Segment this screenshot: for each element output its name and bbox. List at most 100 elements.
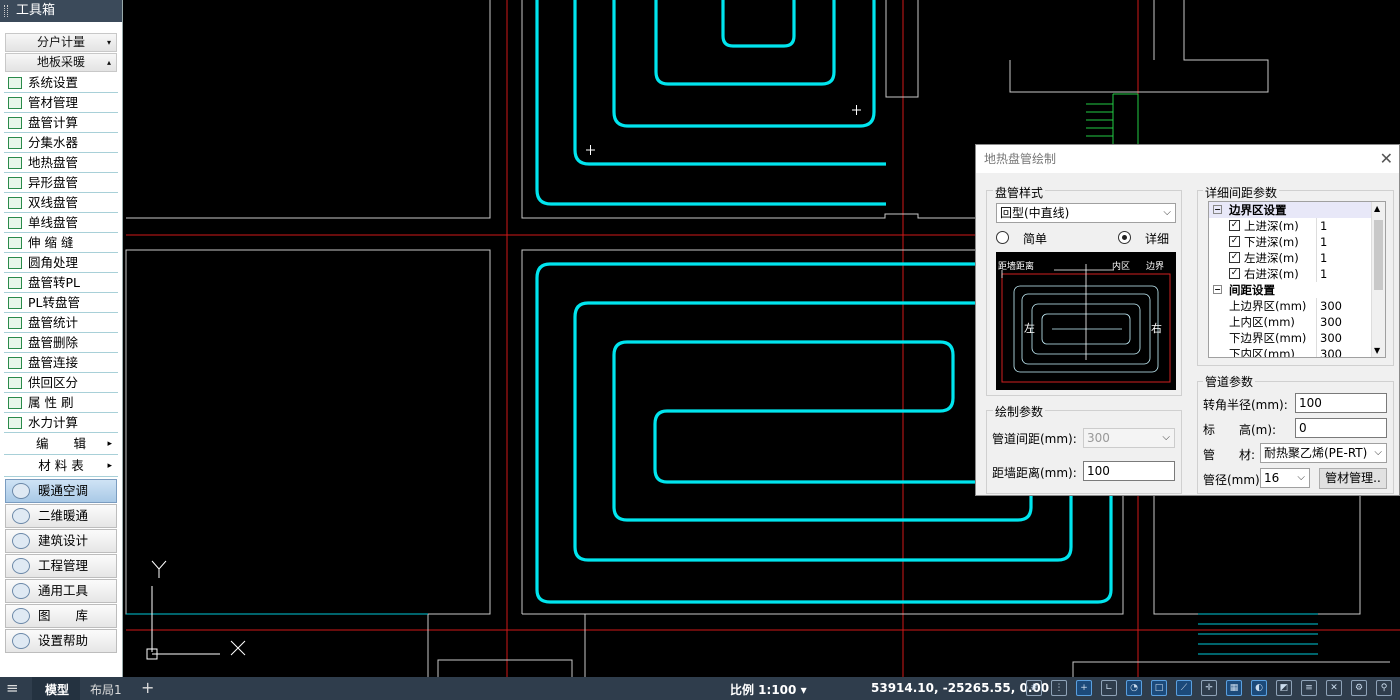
ortho-icon[interactable]: ∟ xyxy=(1101,680,1117,696)
infer-icon[interactable]: + xyxy=(1076,680,1092,696)
drag-grip-icon[interactable] xyxy=(4,5,8,17)
tool-item[interactable]: 地热盘管 xyxy=(4,153,118,173)
coil-style-select[interactable]: 回型(中直线) ⌵ xyxy=(996,203,1176,223)
tool-item[interactable]: 单线盘管 xyxy=(4,213,118,233)
checkbox[interactable]: ✓ xyxy=(1229,268,1240,279)
tree-row[interactable]: 上边界区(mm) 300 xyxy=(1209,298,1385,314)
checkbox[interactable]: ✓ xyxy=(1229,236,1240,247)
dialog-titlebar[interactable]: 地热盘管绘制 ✕ xyxy=(976,145,1399,173)
tree-row[interactable]: 下边界区(mm) 300 xyxy=(1209,330,1385,346)
material-select[interactable]: 耐热聚乙烯(PE-RT) ⌵ xyxy=(1260,443,1387,463)
tool-item[interactable]: 分集水器 xyxy=(4,133,118,153)
tool-item[interactable]: 双线盘管 xyxy=(4,193,118,213)
scroll-down-icon[interactable]: ▼ xyxy=(1374,346,1380,355)
tree-row-value[interactable]: 300 xyxy=(1316,330,1374,346)
tree-row[interactable]: ✓ 右进深(m) 1 xyxy=(1209,266,1385,282)
tree-group-spacing[interactable]: − 间距设置 xyxy=(1209,282,1385,298)
radio-simple[interactable] xyxy=(996,231,1009,244)
elevation-input[interactable]: 0 xyxy=(1295,418,1387,438)
tree-row-label: 下内区(mm) xyxy=(1229,347,1295,358)
lines-icon[interactable]: ≡ xyxy=(1301,680,1317,696)
menu-icon[interactable]: ≡ xyxy=(6,679,19,697)
selection-cycle-icon[interactable]: ◩ xyxy=(1276,680,1292,696)
tree-row-value[interactable]: 300 xyxy=(1316,298,1374,314)
tool-item-label: 系统设置 xyxy=(28,75,79,90)
tool-item[interactable]: 盘管统计 xyxy=(4,313,118,333)
tree-group-boundary[interactable]: − 边界区设置 xyxy=(1209,202,1385,218)
tree-scrollbar[interactable]: ▲ ▼ xyxy=(1371,202,1385,357)
scroll-up-icon[interactable]: ▲ xyxy=(1374,204,1380,213)
wall-distance-input[interactable]: 100 xyxy=(1083,461,1175,481)
isodraft-icon[interactable]: ⟋ xyxy=(1176,680,1192,696)
tool-item[interactable]: 异形盘管 xyxy=(4,173,118,193)
pipe-spacing-select[interactable]: 300 ⌵ xyxy=(1083,428,1175,448)
tree-row[interactable]: 下内区(mm) 300 xyxy=(1209,346,1385,358)
add-layout-icon[interactable]: + xyxy=(141,678,154,697)
radio-detail[interactable] xyxy=(1118,231,1131,244)
tab-layout1[interactable]: 布局1 xyxy=(90,681,122,698)
module-button[interactable]: 暖通空调 xyxy=(5,479,117,503)
tool-item[interactable]: 圆角处理 xyxy=(4,253,118,273)
tree-row[interactable]: ✓ 上进深(m) 1 xyxy=(1209,218,1385,234)
menu-material-list[interactable]: 材 料 表 ▸ xyxy=(4,455,118,477)
tree-row-value[interactable]: 1 xyxy=(1316,250,1374,266)
crosshair-icon[interactable]: ✛ xyxy=(1201,680,1217,696)
diameter-label: 管径(mm): xyxy=(1203,473,1264,487)
scale-selector[interactable]: 比例 1:100 ▾ xyxy=(730,681,807,698)
coil-top xyxy=(535,0,886,206)
collapse-icon[interactable]: − xyxy=(1213,285,1222,294)
tool-item[interactable]: 盘管删除 xyxy=(4,333,118,353)
tree-row-value[interactable]: 300 xyxy=(1316,346,1374,357)
chevron-down-icon: ⌵ xyxy=(1297,472,1305,483)
polar-icon[interactable]: ◔ xyxy=(1126,680,1142,696)
module-button[interactable]: 图 库 xyxy=(5,604,117,628)
tool-item[interactable]: 供回区分 xyxy=(4,373,118,393)
snap-icon[interactable]: ⋮ xyxy=(1051,680,1067,696)
osnap-icon[interactable]: □ xyxy=(1151,680,1167,696)
tree-row-value[interactable]: 300 xyxy=(1316,314,1374,330)
workspace-icon[interactable]: ⚙ xyxy=(1351,680,1367,696)
tool-item-label: 盘管转PL xyxy=(28,275,81,290)
spacing-tree[interactable]: − 边界区设置 ✓ 上进深(m) 1 ✓ 下进深(m) 1 ✓ 左进深(m) 1 ✓ 右进深(m) 1 … xyxy=(1208,201,1386,358)
tool-item[interactable]: 系统设置 xyxy=(4,73,118,93)
scroll-thumb[interactable] xyxy=(1374,220,1383,290)
tree-row-value[interactable]: 1 xyxy=(1316,266,1374,282)
module-button[interactable]: 通用工具 xyxy=(5,579,117,603)
tool-item-label: 圆角处理 xyxy=(28,255,79,270)
tree-row-value[interactable]: 1 xyxy=(1316,234,1374,250)
category-floor-heating[interactable]: 地板采暖 ▴ xyxy=(5,53,117,72)
tab-model[interactable]: 模型 xyxy=(32,677,80,700)
tool-item[interactable]: 管材管理 xyxy=(4,93,118,113)
tool-item[interactable]: 盘管转PL xyxy=(4,273,118,293)
tool-item[interactable]: 盘管计算 xyxy=(4,113,118,133)
close-icon[interactable]: ✕ xyxy=(1380,145,1393,173)
transparency-icon[interactable]: ◐ xyxy=(1251,680,1267,696)
tree-row[interactable]: ✓ 下进深(m) 1 xyxy=(1209,234,1385,250)
diameter-select[interactable]: 16 ⌵ xyxy=(1260,468,1310,488)
tool-item[interactable]: 盘管连接 xyxy=(4,353,118,373)
menu-edit[interactable]: 编 辑 ▸ xyxy=(4,433,118,455)
module-button[interactable]: 二维暖通 xyxy=(5,504,117,528)
checkbox[interactable]: ✓ xyxy=(1229,220,1240,231)
material-manage-button[interactable]: 管材管理.. xyxy=(1319,468,1387,489)
collapse-icon[interactable]: − xyxy=(1213,205,1222,214)
checkbox[interactable]: ✓ xyxy=(1229,252,1240,263)
tree-row-value[interactable]: 1 xyxy=(1316,218,1374,234)
tool-item[interactable]: 水力计算 xyxy=(4,413,118,433)
bend-radius-input[interactable]: 100 xyxy=(1295,393,1387,413)
tree-row[interactable]: ✓ 左进深(m) 1 xyxy=(1209,250,1385,266)
module-button[interactable]: 建筑设计 xyxy=(5,529,117,553)
tool-item[interactable]: PL转盘管 xyxy=(4,293,118,313)
module-button[interactable]: 工程管理 xyxy=(5,554,117,578)
preview-border-label: 边界 xyxy=(1146,261,1164,272)
category-household-metering[interactable]: 分户计量 ▾ xyxy=(5,33,117,52)
module-button[interactable]: 设置帮助 xyxy=(5,629,117,653)
tool-item[interactable]: 属 性 刷 xyxy=(4,393,118,413)
annotation-icon[interactable]: ✕ xyxy=(1326,680,1342,696)
lineweight-icon[interactable]: ▦ xyxy=(1226,680,1242,696)
toolbox-title[interactable]: 工具箱 xyxy=(0,0,122,22)
zoom-icon[interactable]: ⚲ xyxy=(1376,680,1392,696)
tool-item[interactable]: 伸 缩 缝 xyxy=(4,233,118,253)
grid-icon[interactable]: # xyxy=(1026,680,1042,696)
tree-row[interactable]: 上内区(mm) 300 xyxy=(1209,314,1385,330)
